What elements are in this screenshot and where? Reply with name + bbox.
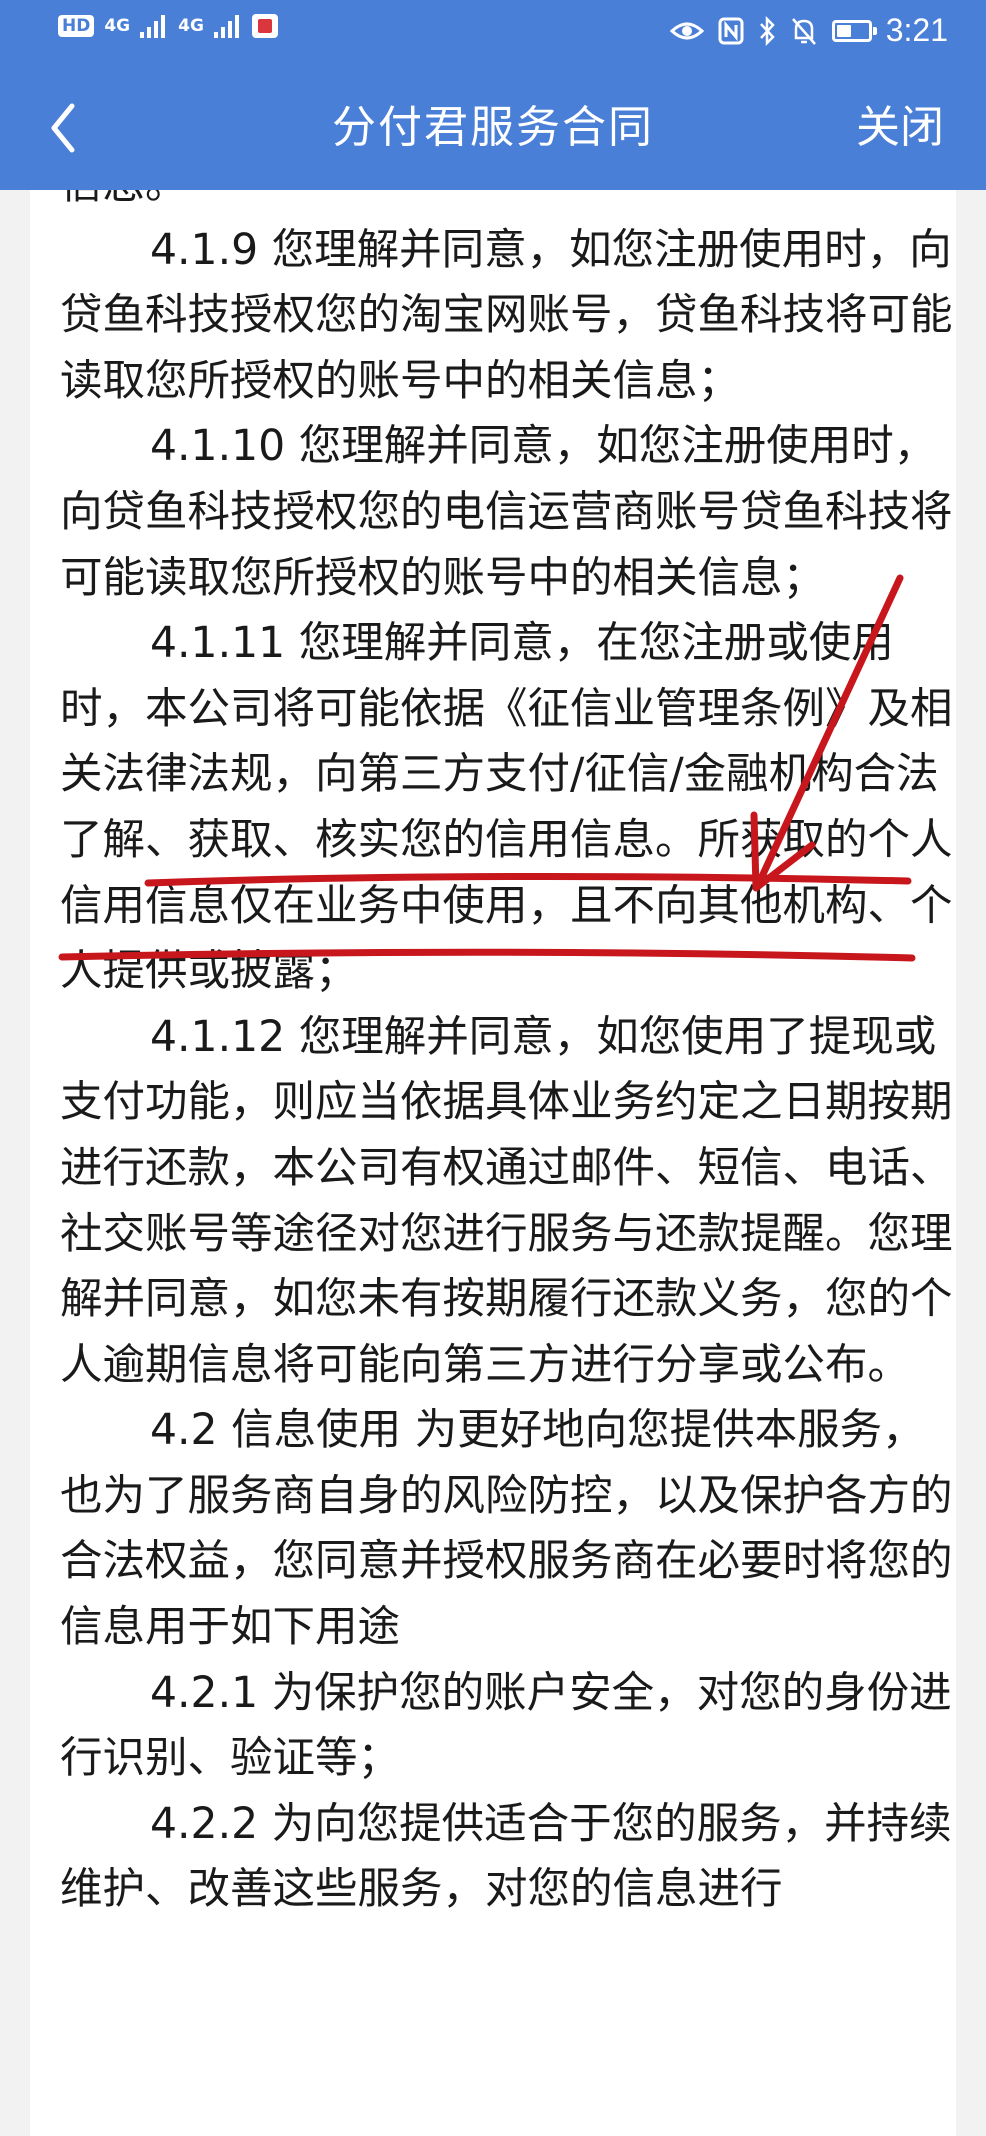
network-4g-2: 4G [178, 16, 204, 36]
notification-app-icon [251, 14, 278, 38]
status-right: 3:21 [669, 12, 948, 49]
status-bar: HD 4G 4G 3:21 [0, 0, 986, 66]
paragraph: 4.2 信息使用 为更好地向您提供本服务，也为了服务商自身的风险防控，以及保护各… [60, 1406, 953, 1653]
bluetooth-icon [759, 15, 775, 46]
contract-page[interactable]: 信息。 4.1.9 您理解并同意，如您注册使用时，向贷鱼科技授权您的淘宝网账号，… [30, 190, 956, 2136]
paragraph: 4.1.12 您理解并同意，如您使用了提现或支付功能，则应当依据具体业务约定之日… [60, 1012, 953, 1390]
nfc-icon [718, 17, 744, 44]
paragraph: 4.1.10 您理解并同意，如您注册使用时，向贷鱼科技授权您的电信运营商账号贷鱼… [60, 422, 953, 603]
page-title: 分付君服务合同 [332, 102, 654, 153]
signal-icon [140, 15, 166, 38]
hd-badge: HD [58, 15, 95, 37]
bell-off-icon [791, 17, 816, 45]
eye-icon [669, 22, 704, 39]
paragraph: 4.2.1 为保护您的账户安全，对您的身份进行识别、验证等； [60, 1668, 952, 1784]
paragraph: 4.2.2 为向您提供适合于您的服务，并持续维护、改善这些服务，对您的信息进行 [60, 1799, 952, 1915]
nav-bar: 分付君服务合同 关闭 [0, 66, 986, 190]
close-button[interactable]: 关闭 [856, 66, 944, 190]
network-4g-1: 4G [104, 16, 131, 36]
status-left: HD 4G 4G [58, 14, 278, 38]
clock: 3:21 [885, 12, 948, 48]
paragraph: 4.1.9 您理解并同意，如您注册使用时，向贷鱼科技授权您的淘宝网账号，贷鱼科技… [60, 225, 953, 406]
battery-icon [831, 19, 877, 42]
paragraph: 4.1.11 您理解并同意，在您注册或使用时，本公司将可能依据《征信业管理条例》… [60, 619, 953, 997]
signal-icon [213, 15, 239, 38]
paragraph: 信息。 [60, 190, 956, 218]
contract-text: 信息。 4.1.9 您理解并同意，如您注册使用时，向贷鱼科技授权您的淘宝网账号，… [60, 190, 956, 1923]
app-header: HD 4G 4G 3:21 分付君服务合同 关闭 [0, 0, 986, 190]
